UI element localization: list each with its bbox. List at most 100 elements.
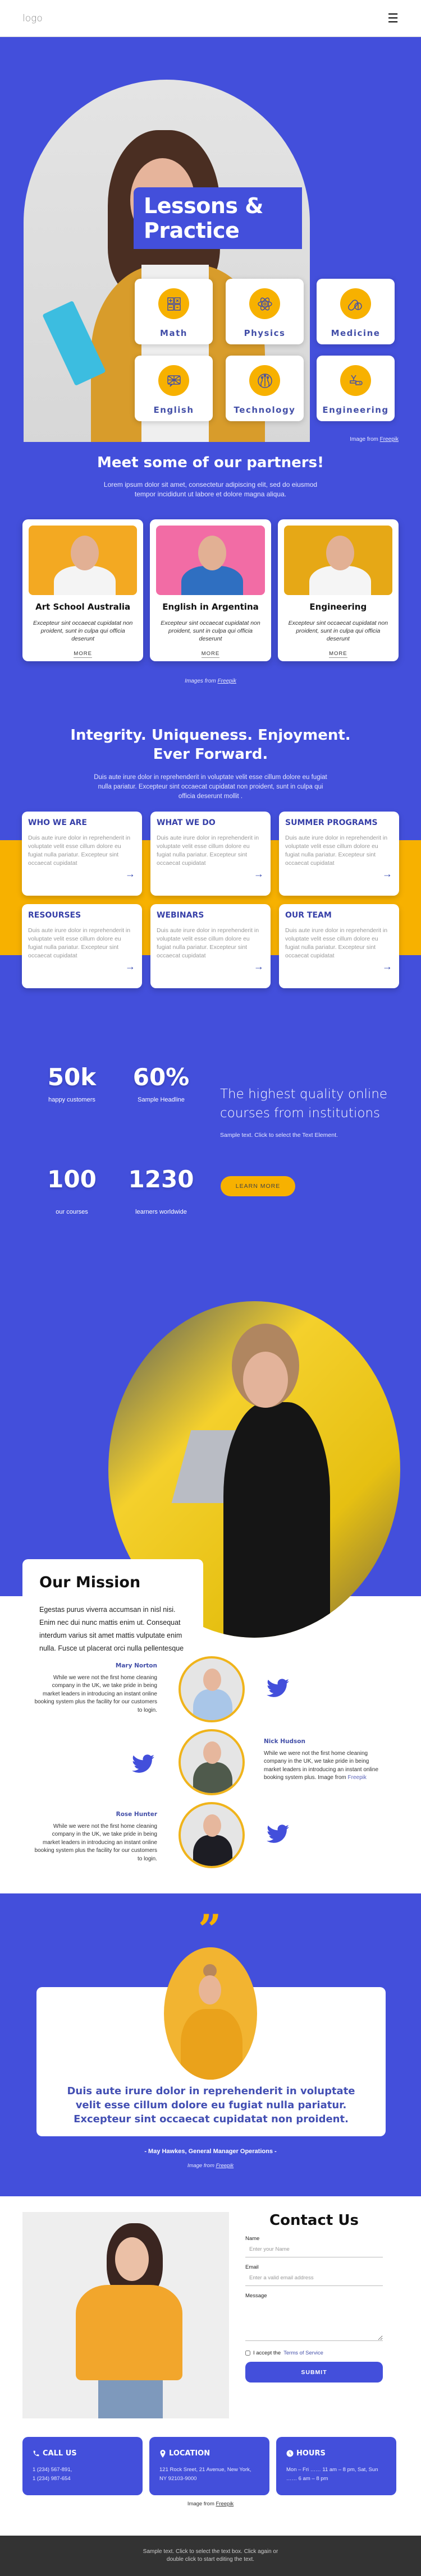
terms-link[interactable]: Terms of Service <box>283 2350 323 2356</box>
subject-card-physics[interactable]: Physics <box>226 279 304 344</box>
partner-title: Engineering <box>309 602 367 612</box>
twitter-icon[interactable] <box>267 1824 289 1844</box>
subject-card-math[interactable]: Math <box>135 279 213 344</box>
mission-title: Our Mission <box>39 1574 141 1591</box>
testimonial-name: Rose Hunter <box>116 1811 157 1818</box>
info-title: LOCATION <box>159 2449 259 2458</box>
email-label: Email <box>245 2264 259 2270</box>
info-title: CALL US <box>33 2449 132 2458</box>
stat-number: 1230 <box>128 1165 194 1193</box>
value-card-webinars[interactable]: WEBINARS Duis aute irure dolor in reprehe… <box>150 904 271 988</box>
arrow-right-icon[interactable]: → <box>254 961 264 973</box>
stats-headline: The highest quality online courses from … <box>220 1087 388 1121</box>
twitter-icon[interactable] <box>267 1679 289 1698</box>
twitter-icon[interactable] <box>132 1754 154 1773</box>
partner-card: Engineering Excepteur sint occaecat cupi… <box>277 519 399 661</box>
stat-number: 60% <box>132 1063 190 1091</box>
subject-label: Technology <box>234 405 296 415</box>
phone-icon <box>33 2450 39 2457</box>
info-card-hours: HOURS Mon – Fri …… 11 am – 8 pm, Sat, Su… <box>276 2437 396 2495</box>
arrow-right-icon[interactable]: → <box>254 868 264 880</box>
pills-icon <box>340 288 371 319</box>
stat-caption: happy customers <box>48 1096 95 1103</box>
testimonial-name: Nick Hudson <box>264 1738 305 1745</box>
more-link[interactable]: MORE <box>329 651 347 658</box>
partners-image-credit: Images from Freepik <box>22 678 399 684</box>
quote-mark-icon: ” <box>198 1905 222 1953</box>
hero-section: Lessons & Practice Math Physics Medicine… <box>0 37 421 442</box>
value-title: WHAT WE DO <box>157 818 216 827</box>
partners-title: Meet some of our partners! <box>97 454 324 471</box>
freepik-link[interactable]: Freepik <box>216 2163 234 2169</box>
more-link[interactable]: MORE <box>201 651 220 658</box>
testimonial-text: While we were not the first home cleanin… <box>264 1750 379 1781</box>
value-card-summer-programs[interactable]: SUMMER PROGRAMS Duis aute irure dolor in … <box>279 812 399 896</box>
partner-cards: Art School Australia Excepteur sint occa… <box>22 519 399 661</box>
more-link[interactable]: MORE <box>74 651 92 658</box>
circuit-icon <box>249 365 280 396</box>
testimonial-text: While we were not the first home cleanin… <box>34 1823 157 1862</box>
value-title: RESOURSES <box>28 911 81 920</box>
subject-card-engineering[interactable]: Engineering <box>317 356 395 421</box>
hero-title: Lessons & Practice <box>144 193 263 243</box>
partner-desc: Excepteur sint occaecat cupidatat non pr… <box>288 620 388 642</box>
partners-subtitle: Lorem ipsum dolor sit amet, consectetur … <box>103 481 318 498</box>
subject-label: English <box>153 405 194 415</box>
name-input[interactable] <box>245 2242 383 2257</box>
arrow-right-icon[interactable]: → <box>125 868 135 880</box>
submit-button[interactable]: SUBMIT <box>245 2362 383 2383</box>
credit-text: Images from <box>185 678 218 684</box>
avatar-rose-hunter <box>179 1802 245 1868</box>
freepik-link[interactable]: Freepik <box>380 436 399 442</box>
logo[interactable]: logo <box>22 13 43 24</box>
credit-text: Image from <box>350 436 380 442</box>
value-title: WEBINARS <box>157 911 204 920</box>
freepik-link[interactable]: Freepik <box>348 1775 367 1781</box>
value-card-what-we-do[interactable]: WHAT WE DO Duis aute irure dolor in repre… <box>150 812 271 896</box>
arrow-right-icon[interactable]: → <box>125 961 135 973</box>
partner-title: Art School Australia <box>35 602 131 612</box>
mission-section: Our Mission Egestas purus viverra accums… <box>0 1278 421 1727</box>
quote-author: - May Hawkes, General Manager Operations… <box>144 2148 277 2155</box>
subject-card-english[interactable]: English <box>135 356 213 421</box>
values-title: Integrity. Uniqueness. Enjoyment. Ever F… <box>70 727 351 763</box>
learn-more-button[interactable]: LEARN MORE <box>221 1176 295 1196</box>
terms-text: I accept the <box>253 2350 281 2356</box>
arrow-right-icon[interactable]: → <box>382 868 392 880</box>
clock-icon <box>286 2450 294 2457</box>
partner-image <box>283 526 392 595</box>
freepik-link[interactable]: Freepik <box>216 2501 234 2507</box>
hero-title-box: Lessons & Practice <box>134 187 302 249</box>
contact-form: Contact Us Name Email Message I accept t… <box>245 2212 383 2383</box>
value-title: WHO WE ARE <box>28 818 87 827</box>
partner-title: English in Argentina <box>162 602 259 612</box>
testimonials-section: Mary Norton While we were not the first h… <box>0 1653 421 1893</box>
stats-section: 50k happy customers 60% Sample Headline 10… <box>0 1042 421 1278</box>
avatar-nick-hudson <box>179 1729 245 1795</box>
info-text: 1 (234) 567-891, 1 (234) 987-654 <box>33 2467 72 2482</box>
value-card-our-team[interactable]: OUR TEAM Duis aute irure dolor in reprehe… <box>279 904 399 988</box>
stat-caption: Sample Headline <box>138 1096 185 1103</box>
stat-item: 50k happy customers <box>30 1063 114 1103</box>
arrow-right-icon[interactable]: → <box>382 961 392 973</box>
hero-image-credit: Image from Freepik <box>350 436 399 442</box>
hamburger-menu-icon[interactable]: ☰ <box>387 11 399 26</box>
freepik-link[interactable]: Freepik <box>218 678 236 684</box>
testimonial-mary-norton: Mary Norton While we were not the first h… <box>34 1662 157 1715</box>
stat-item: 1230 learners worldwide <box>119 1165 203 1215</box>
name-label: Name <box>245 2236 260 2242</box>
email-input[interactable] <box>245 2270 383 2286</box>
terms-checkbox[interactable] <box>245 2351 250 2356</box>
subject-card-medicine[interactable]: Medicine <box>317 279 395 344</box>
value-card-who-we-are[interactable]: WHO WE ARE Duis aute irure dolor in repre… <box>22 812 142 896</box>
credit-text: Image from <box>187 2501 216 2507</box>
message-textarea[interactable] <box>245 2299 383 2341</box>
partner-image <box>29 526 138 595</box>
subject-card-technology[interactable]: Technology <box>226 356 304 421</box>
value-card-resources[interactable]: RESOURSES Duis aute irure dolor in repreh… <box>22 904 142 988</box>
subject-label: Medicine <box>331 328 381 338</box>
calculator-icon <box>158 288 189 319</box>
info-card-call-us: CALL US 1 (234) 567-891, 1 (234) 987-654 <box>22 2437 143 2495</box>
contact-section: Contact Us Name Email Message I accept t… <box>0 2196 421 2510</box>
atom-icon <box>249 288 280 319</box>
